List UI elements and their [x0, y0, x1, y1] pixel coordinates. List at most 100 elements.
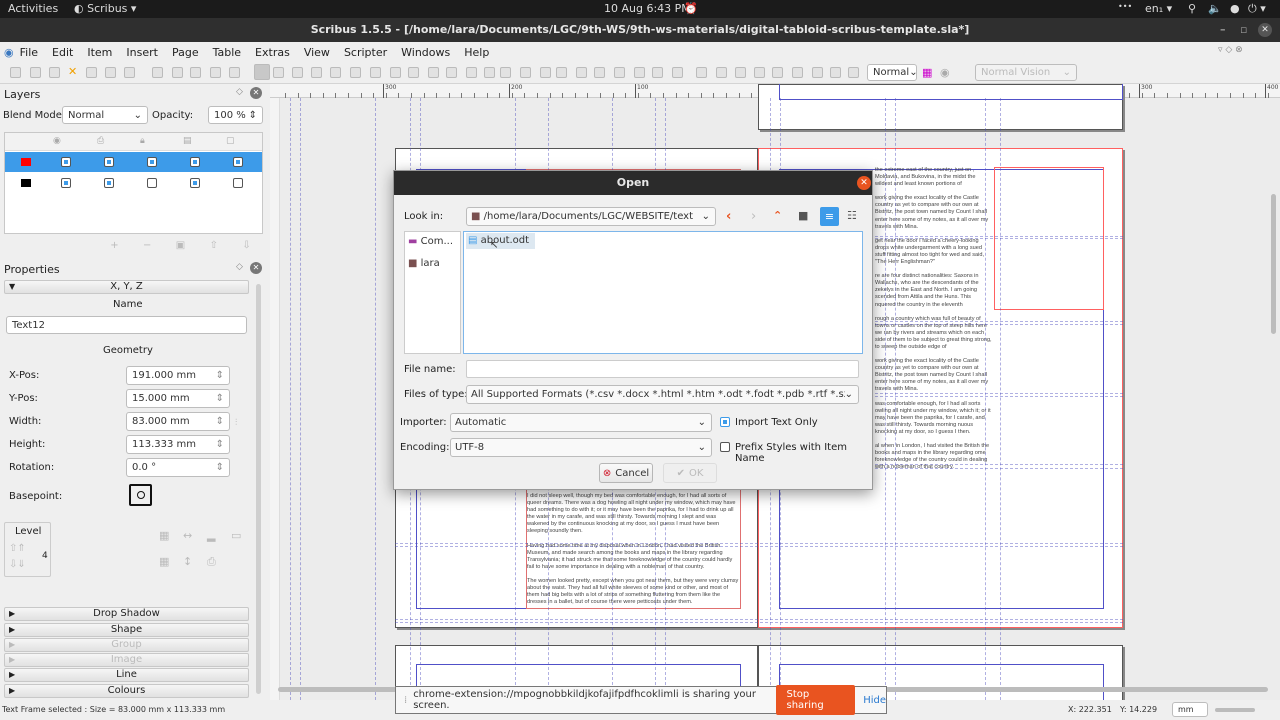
vertical-ruler[interactable] [270, 98, 280, 700]
layer-checkbox[interactable] [233, 178, 243, 188]
menu-item[interactable]: Item [87, 46, 112, 59]
preview-icon[interactable] [830, 67, 841, 78]
layer-checkbox[interactable] [147, 157, 157, 167]
menu-page[interactable]: Page [172, 46, 199, 59]
list-view-button[interactable]: ≡ [820, 207, 839, 226]
render-frame-icon[interactable] [311, 67, 322, 78]
undo-icon[interactable] [152, 67, 163, 78]
eyedropper-icon[interactable] [652, 67, 663, 78]
duplicate-layer-button[interactable]: ▣ [176, 240, 185, 254]
close-panel-icon[interactable]: ✕ [250, 262, 262, 274]
stop-sharing-button[interactable]: Stop sharing [776, 685, 856, 715]
vision-select[interactable]: Normal Vision ⌄ [975, 64, 1077, 81]
lock-size-icon[interactable]: ▭ [231, 529, 241, 542]
menu-extras[interactable]: Extras [255, 46, 290, 59]
float-icon[interactable]: ◇ [236, 87, 243, 97]
unit-select[interactable]: mm [1172, 702, 1208, 717]
save-icon[interactable] [49, 67, 60, 78]
display-mode-select[interactable]: Normal ⌄ [867, 64, 918, 81]
layer-checkbox[interactable] [147, 178, 157, 188]
clock[interactable]: 10 Aug 6:43 PM [604, 2, 691, 15]
group-icon[interactable]: ▦ [159, 529, 169, 542]
printing-enabled-icon[interactable]: ⎙ [207, 555, 216, 569]
place-lara[interactable]: ■ lara [408, 258, 440, 269]
arc-icon[interactable] [390, 67, 401, 78]
network-icon[interactable]: ⚲ [1188, 2, 1196, 15]
dialog-close-button[interactable]: ✕ [857, 176, 871, 190]
text-frame-icon[interactable] [273, 67, 284, 78]
copy-icon[interactable] [210, 67, 221, 78]
preflight-icon[interactable] [105, 67, 116, 78]
edit-contents-icon[interactable] [540, 67, 551, 78]
line-icon[interactable] [428, 67, 439, 78]
importer-select[interactable]: Automatic ⌄ [450, 413, 712, 432]
geometry-spinbox[interactable]: 0.0 ° ⇕ [126, 458, 230, 477]
back-icon[interactable]: ‹ [726, 209, 731, 224]
close-icon[interactable]: ✕ [68, 65, 79, 78]
maximize-button[interactable]: ▫ [1240, 18, 1247, 42]
link-frames-icon[interactable] [576, 67, 587, 78]
section-group[interactable]: ▶ Group [4, 638, 249, 652]
hide-button[interactable]: Hide [863, 695, 886, 706]
vertical-scrollbar[interactable] [1271, 194, 1276, 334]
shape-icon[interactable] [350, 67, 361, 78]
pdf-annotation-icon[interactable] [792, 67, 803, 78]
menu-file[interactable]: File [20, 46, 38, 59]
pdf-link-icon[interactable] [812, 67, 823, 78]
file-name-input[interactable] [466, 360, 859, 378]
volume-icon[interactable]: 🔈 [1208, 2, 1222, 15]
flip-vertical-icon[interactable]: ↕ [183, 555, 192, 568]
cut-icon[interactable] [190, 67, 201, 78]
edit-mode-icon[interactable] [848, 67, 859, 78]
zoom-slider[interactable] [1215, 708, 1255, 712]
pdf-tools-icon[interactable] [672, 67, 683, 78]
cancel-button[interactable]: ⊗ Cancel [599, 463, 653, 483]
new-folder-icon[interactable]: ■ [798, 209, 808, 222]
select-icon[interactable] [254, 64, 270, 80]
menu-scripter[interactable]: Scripter [344, 46, 387, 59]
remove-layer-button[interactable]: − [143, 240, 151, 254]
float-icon[interactable]: ◇ [236, 262, 243, 272]
geometry-spinbox[interactable]: 83.000 mm ⇕ [126, 412, 230, 431]
section-line[interactable]: ▶ Line [4, 668, 249, 682]
section-image[interactable]: ▶ Image [4, 653, 249, 667]
layer-checkbox[interactable] [104, 178, 114, 188]
opacity-spinbox[interactable]: 100 % ⇕ [208, 106, 263, 124]
parent-directory-icon[interactable]: ⌃ [773, 209, 782, 222]
section-shape[interactable]: ▶ Shape [4, 623, 249, 637]
link-proportions-icon[interactable]: ⫶ [235, 418, 237, 428]
layer-checkbox[interactable] [190, 178, 200, 188]
menu-windows[interactable]: Windows [401, 46, 450, 59]
encoding-select[interactable]: UTF-8 ⌄ [450, 438, 712, 457]
add-layer-button[interactable]: + [110, 240, 118, 254]
ok-button[interactable]: ✔ OK [663, 463, 717, 483]
new-icon[interactable] [10, 67, 21, 78]
pdf-icon[interactable] [124, 67, 135, 78]
scribus-app-menu[interactable]: ◐ Scribus ▾ [74, 2, 136, 15]
power-icon[interactable]: ⏻ ▾ [1248, 2, 1266, 16]
raise-level-buttons[interactable]: ⇧⇑ [9, 543, 26, 554]
layer-checkbox[interactable] [61, 157, 71, 167]
geometry-spinbox[interactable]: 15.000 mm ⇕ [126, 389, 230, 408]
language-indicator[interactable]: en₁ ▾ [1145, 2, 1172, 15]
spiral-icon[interactable] [408, 67, 419, 78]
basepoint-selector[interactable] [129, 484, 152, 506]
mdi-window-controls[interactable]: ▿ ◇ ⊗ [1218, 45, 1243, 55]
menu-help[interactable]: Help [464, 46, 489, 59]
geometry-spinbox[interactable]: 113.333 mm ⇕ [126, 435, 230, 454]
menu-edit[interactable]: Edit [52, 46, 73, 59]
more-icon[interactable]: ••• [1118, 2, 1132, 11]
menu-table[interactable]: Table [213, 46, 241, 59]
edit-text-icon[interactable] [556, 67, 567, 78]
properties-scrollbar[interactable] [256, 284, 261, 694]
rotate-icon[interactable] [500, 67, 511, 78]
basepoint-center[interactable] [137, 491, 145, 499]
lower-level-buttons[interactable]: ⇩⇓ [9, 559, 26, 570]
forward-icon[interactable]: › [751, 209, 756, 224]
menu-insert[interactable]: Insert [126, 46, 158, 59]
image-frame-icon[interactable] [292, 67, 303, 78]
copy-properties-icon[interactable] [634, 67, 645, 78]
open-icon[interactable] [30, 67, 41, 78]
detail-view-icon[interactable]: ☷ [847, 209, 857, 222]
pdf-check-icon[interactable] [735, 67, 746, 78]
